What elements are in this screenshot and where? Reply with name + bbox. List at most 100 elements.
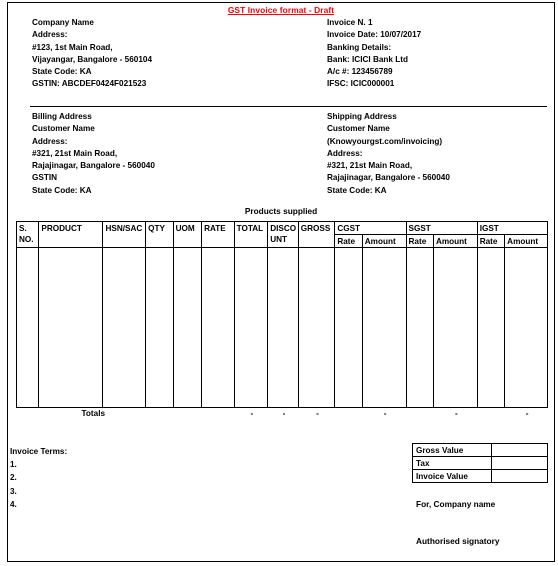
cell-cgst-amount[interactable]	[361, 247, 407, 408]
seller-state-code: State Code: KA	[32, 67, 92, 77]
products-supplied-caption: Products supplied	[244, 206, 318, 216]
cell-cgst-rate[interactable]	[334, 247, 363, 408]
invoice-date: Invoice Date: 10/07/2017	[327, 30, 422, 40]
cell-sgst-rate[interactable]	[405, 247, 434, 408]
col-group-header-cgst: CGST	[334, 221, 407, 235]
col-header-sgst-rate: Rate	[405, 234, 434, 248]
totals-discount: -	[282, 409, 286, 418]
header-divider	[30, 106, 547, 107]
invoice-number: Invoice N. 1	[327, 18, 373, 27]
col-header-total: TOTAL	[233, 221, 269, 248]
billing-customer-name: Customer Name	[32, 124, 95, 134]
shipping-address-line-1: #321, 21st Main Road,	[327, 161, 413, 171]
seller-name: Company Name	[32, 18, 94, 27]
col-header-igst-rate: Rate	[476, 234, 506, 248]
cell-total[interactable]	[233, 247, 269, 408]
shipping-address-block: Shipping Address Customer Name (Knowyour…	[327, 111, 450, 197]
summary-value-invoice-value[interactable]	[491, 469, 548, 483]
col-header-sgst-amount: Amount	[432, 234, 478, 248]
summary-value-gross-value[interactable]	[491, 443, 548, 457]
summary-value-tax[interactable]	[491, 456, 548, 470]
totals-gross: -	[316, 409, 319, 418]
shipping-address-heading: Shipping Address	[327, 112, 397, 121]
cell-discount[interactable]	[267, 247, 299, 408]
billing-state-code: State Code: KA	[32, 185, 92, 195]
summary-label-tax: Tax	[412, 456, 492, 470]
products-table-header-row-1: S. NO. PRODUCT HSN/SAC QTY UOM RATE TOTAL…	[15, 221, 549, 248]
shipping-address-line-2: Rajajinagar, Bangalore - 560040	[327, 173, 450, 183]
cell-rate[interactable]	[201, 247, 235, 408]
col-header-rate: RATE	[201, 221, 235, 248]
billing-address-label: Address:	[32, 136, 68, 146]
invoice-term-item-3[interactable]: 3.	[10, 485, 67, 498]
invoice-terms-block: Invoice Terms: 1. 2. 3. 4.	[10, 445, 67, 511]
cell-sgst-amount[interactable]	[432, 247, 478, 408]
billing-address-heading: Billing Address	[32, 112, 92, 121]
seller-gstin: GSTIN: ABCDEF0424F021523	[32, 79, 147, 89]
col-header-qty: QTY	[145, 221, 174, 248]
totals-cgst-rate	[335, 408, 362, 423]
totals-uom	[173, 408, 201, 423]
col-header-cgst-amount: Amount	[361, 234, 407, 248]
invoice-summary-table: Gross Value Tax Invoice Value	[412, 443, 548, 483]
invoice-term-item-4[interactable]: 4.	[10, 498, 67, 511]
col-group-header-igst: IGST	[476, 221, 549, 235]
billing-address-block: Billing Address Customer Name Address: #…	[32, 111, 155, 197]
shipping-address-label: Address:	[327, 148, 363, 158]
summary-row-gross-value: Gross Value	[412, 443, 548, 457]
invoice-term-item-2[interactable]: 2.	[10, 471, 67, 484]
shipping-state-code: State Code: KA	[327, 185, 387, 195]
totals-rate	[202, 408, 235, 423]
totals-igst-amount: -	[525, 409, 529, 418]
seller-details-block: Company Name Address: #123, 1st Main Roa…	[32, 17, 152, 91]
cell-gross[interactable]	[297, 247, 336, 408]
seller-address-line-1: #123, 1st Main Road,	[32, 42, 113, 52]
products-table-totals-row: Totals - - - - - -	[17, 408, 548, 423]
totals-sgst-amount: -	[454, 409, 458, 418]
seller-address-line-2: Vijayangar, Bangalore - 560104	[32, 54, 152, 64]
cell-qty[interactable]	[145, 247, 174, 408]
invoice-meta-block: Invoice N. 1 Invoice Date: 10/07/2017 Ba…	[327, 17, 421, 91]
col-header-cgst-rate: Rate	[334, 234, 363, 248]
shipping-website: (Knowyourgst.com/invoicing)	[327, 136, 443, 146]
col-header-uom: UOM	[172, 221, 203, 248]
billing-gstin: GSTIN	[32, 173, 58, 183]
cell-hsn-sac[interactable]	[102, 247, 147, 408]
col-header-igst-amount: Amount	[504, 234, 548, 248]
invoice-term-item-1[interactable]: 1.	[10, 458, 67, 471]
cell-igst-rate[interactable]	[476, 247, 506, 408]
totals-spacer-sno	[17, 408, 39, 423]
totals-cgst-amount: -	[383, 409, 387, 418]
cell-product[interactable]	[38, 247, 104, 408]
summary-label-invoice-value: Invoice Value	[412, 469, 492, 483]
bank-name: Bank: ICICI Bank Ltd	[327, 54, 408, 64]
invoice-terms-heading: Invoice Terms:	[10, 447, 68, 456]
cell-igst-amount[interactable]	[504, 247, 548, 408]
col-header-product: PRODUCT	[38, 221, 104, 248]
col-header-sno: S. NO.	[15, 221, 40, 248]
summary-row-invoice-value: Invoice Value	[412, 469, 548, 483]
seller-address-label: Address:	[32, 30, 68, 40]
col-header-gross: GROSS	[297, 221, 336, 248]
totals-qty	[146, 408, 173, 423]
bank-ifsc-code: IFSC: ICIC000001	[327, 79, 395, 89]
products-table: S. NO. PRODUCT HSN/SAC QTY UOM RATE TOTAL…	[15, 221, 549, 423]
signature-for-company: For, Company name	[416, 499, 496, 509]
totals-label: Totals	[81, 409, 106, 418]
col-header-discount: DISCO UNT	[267, 221, 299, 248]
invoice-frame: GST Invoice format - Draft Company Name …	[7, 2, 555, 562]
products-table-body-row[interactable]	[15, 247, 548, 408]
page-title: GST Invoice format - Draft	[227, 5, 335, 15]
banking-details-label: Banking Details:	[327, 42, 392, 52]
summary-label-gross-value: Gross Value	[412, 443, 492, 457]
billing-address-line-1: #321, 21st Main Road,	[32, 148, 118, 158]
col-header-hsn-sac: HSN/SAC	[102, 221, 147, 248]
col-group-header-sgst: SGST	[405, 221, 478, 235]
totals-igst-rate	[477, 408, 504, 423]
totals-sgst-rate	[406, 408, 433, 423]
cell-sno[interactable]	[15, 247, 40, 408]
signature-authorised-signatory: Authorised signatory	[416, 536, 500, 546]
shipping-customer-name: Customer Name	[327, 124, 390, 134]
totals-total: -	[250, 409, 254, 418]
cell-uom[interactable]	[172, 247, 203, 408]
